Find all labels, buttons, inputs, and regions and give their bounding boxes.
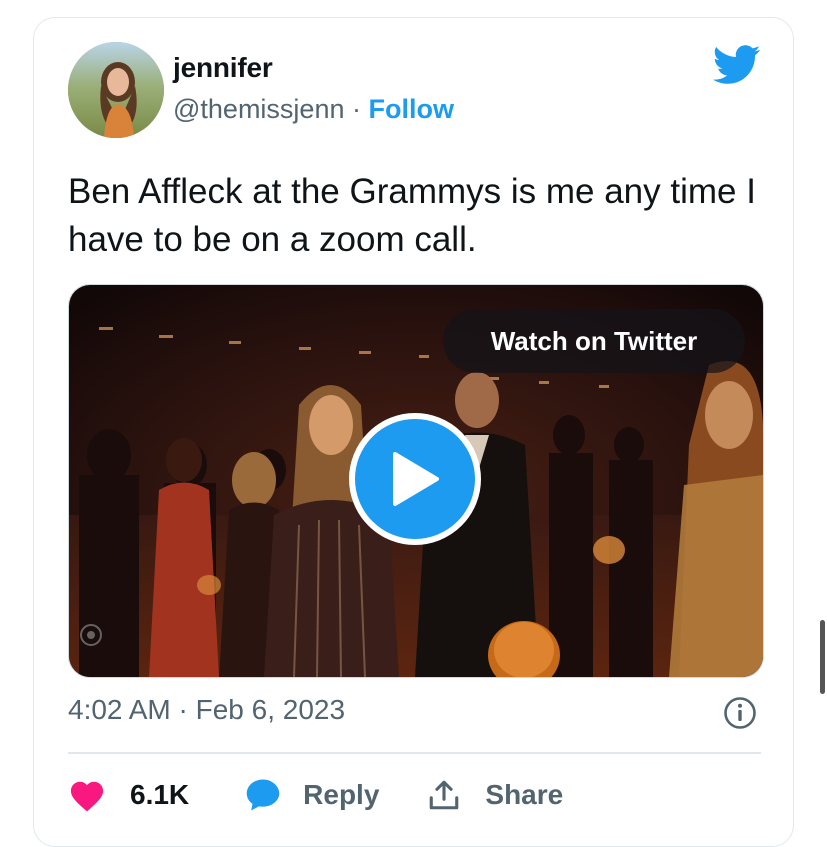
like-button[interactable]: 6.1K (68, 778, 189, 812)
share-label: Share (485, 779, 564, 810)
action-bar: 6.1K Reply Share (68, 778, 563, 812)
separator: · (352, 94, 361, 124)
play-button[interactable] (349, 413, 481, 545)
share-button[interactable]: Share (427, 778, 563, 812)
avatar[interactable] (68, 42, 164, 138)
speech-bubble-icon (246, 779, 280, 811)
reply-label: Reply (303, 779, 380, 810)
timestamp[interactable]: 4:02 AM · Feb 6, 2023 (68, 694, 345, 726)
info-icon[interactable] (723, 696, 757, 730)
video-thumbnail[interactable]: Watch on Twitter (68, 284, 764, 678)
upload-arrow-icon (430, 780, 459, 810)
like-count: 6.1K (130, 779, 190, 810)
handle[interactable]: @themissjenn (173, 94, 344, 124)
follow-link[interactable]: Follow (369, 94, 454, 124)
display-name[interactable]: jennifer (173, 52, 273, 84)
play-icon (393, 452, 439, 506)
reply-button[interactable]: Reply (245, 778, 379, 812)
twitter-bird-icon[interactable] (713, 44, 761, 86)
tweet-text: Ben Affleck at the Grammys is me any tim… (68, 172, 756, 259)
scrollbar[interactable] (820, 620, 825, 694)
tweet-card: jennifer @themissjenn · Follow Ben Affle… (33, 17, 794, 847)
handle-row: @themissjenn · Follow (173, 94, 454, 125)
divider (68, 752, 761, 754)
watch-on-twitter-button[interactable]: Watch on Twitter (443, 309, 745, 373)
heart-icon (70, 781, 104, 812)
